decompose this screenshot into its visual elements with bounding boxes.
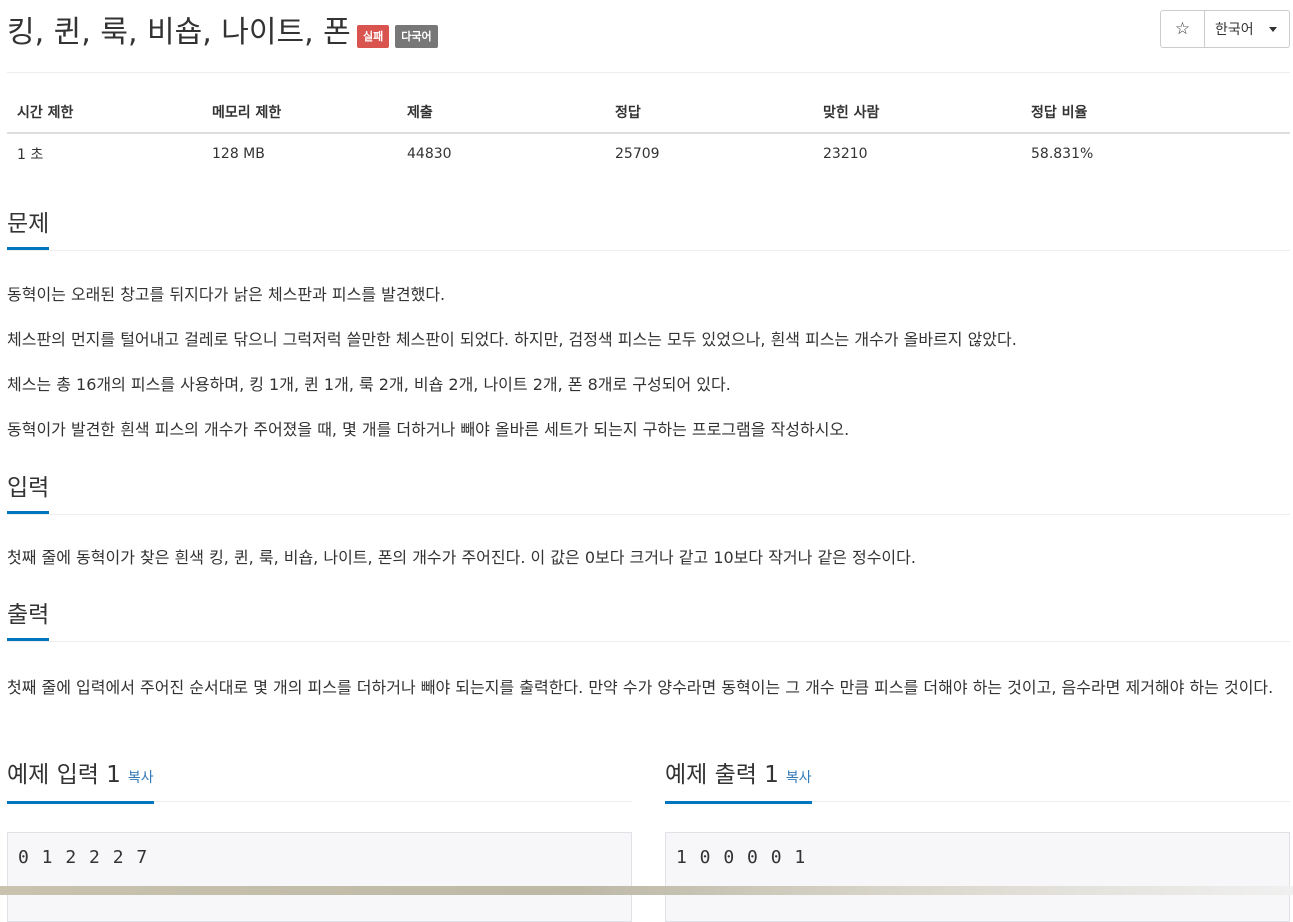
accept-rate-value: 58.831%	[1031, 146, 1094, 162]
sample-output-heading: 예제 출력 1 복사	[665, 761, 812, 804]
title-row: 킹, 퀸, 룩, 비숍, 나이트, 폰 실패 다국어 ☆ 한국어	[7, 10, 1290, 55]
sample-input-title: 예제 입력 1	[7, 762, 121, 788]
header-divider	[7, 72, 1290, 73]
result-badge[interactable]: 실패	[357, 25, 390, 48]
sample-output-code[interactable]: 1 0 0 0 0 1	[665, 832, 1290, 922]
info-header-row: 시간 제한 메모리 제한 제출 정답 맞힌 사람 정답 비율	[7, 92, 1290, 134]
sample-input-heading: 예제 입력 1 복사	[7, 761, 154, 804]
caret-down-icon	[1268, 26, 1277, 32]
sample-input-header: 예제 입력 1 복사	[7, 761, 632, 804]
col-accept-rate: 정답 비율	[1021, 92, 1290, 134]
output-heading: 출력	[7, 601, 50, 641]
copy-sample-input-link[interactable]: 복사	[128, 770, 154, 786]
col-submissions: 제출	[397, 92, 605, 134]
output-section-header: 출력	[7, 601, 1290, 642]
sample-output-header: 예제 출력 1 복사	[665, 761, 1290, 804]
input-section-header: 입력	[7, 474, 1290, 515]
copy-sample-output-link[interactable]: 복사	[786, 770, 812, 786]
multilingual-badge[interactable]: 다국어	[395, 25, 438, 48]
input-description: 첫째 줄에 동혁이가 찾은 흰색 킹, 퀸, 룩, 비숍, 나이트, 폰의 개수…	[7, 548, 916, 567]
info-value-row: 1 초 128 MB 44830 25709 23210 58.831%	[7, 133, 1290, 174]
problem-heading: 문제	[7, 210, 50, 250]
submissions-value: 44830	[407, 146, 452, 162]
time-limit-value: 1 초	[17, 147, 44, 163]
problem-info-table: 시간 제한 메모리 제한 제출 정답 맞힌 사람 정답 비율 1 초 128 M…	[7, 92, 1290, 174]
star-icon: ☆	[1174, 19, 1191, 39]
problem-paragraph: 체스는 총 16개의 피스를 사용하며, 킹 1개, 퀸 1개, 룩 2개, 비…	[7, 375, 731, 394]
language-label: 한국어	[1215, 22, 1254, 38]
sample-input-block: 예제 입력 1 복사 0 1 2 2 2 7	[7, 761, 632, 922]
col-accepted: 정답	[605, 92, 813, 134]
col-memory-limit: 메모리 제한	[202, 92, 397, 134]
col-time-limit: 시간 제한	[7, 92, 202, 134]
title-actions: ☆ 한국어	[1160, 10, 1290, 48]
sample-output-title: 예제 출력 1	[665, 762, 779, 788]
output-description: 첫째 줄에 입력에서 주어진 순서대로 몇 개의 피스를 더하거나 빼야 되는지…	[7, 678, 1274, 697]
problem-paragraph: 체스판의 먼지를 털어내고 걸레로 닦으니 그럭저럭 쓸만한 체스판이 되었다.…	[7, 330, 1017, 349]
problem-paragraph: 동혁이가 발견한 흰색 피스의 개수가 주어졌을 때, 몇 개를 더하거나 빼야…	[7, 420, 850, 439]
col-solved-users: 맞힌 사람	[813, 92, 1021, 134]
sample-output-block: 예제 출력 1 복사 1 0 0 0 0 1	[665, 761, 1290, 922]
desktop-background-strip	[0, 886, 1293, 895]
page-title: 킹, 퀸, 룩, 비숍, 나이트, 폰	[7, 15, 351, 50]
language-dropdown[interactable]: 한국어	[1205, 10, 1290, 48]
favorite-button[interactable]: ☆	[1160, 10, 1205, 48]
problem-page: 킹, 퀸, 룩, 비숍, 나이트, 폰 실패 다국어 ☆ 한국어 시간 제한 메…	[7, 0, 1290, 922]
solved-users-value: 23210	[823, 146, 868, 162]
memory-limit-value: 128 MB	[212, 146, 265, 162]
accepted-value: 25709	[615, 146, 660, 162]
title-labels: 실패 다국어	[357, 25, 438, 48]
problem-section-header: 문제	[7, 210, 1290, 251]
sample-input-code[interactable]: 0 1 2 2 2 7	[7, 832, 632, 922]
problem-paragraph: 동혁이는 오래된 창고를 뒤지다가 낡은 체스판과 피스를 발견했다.	[7, 285, 446, 304]
input-heading: 입력	[7, 474, 50, 514]
